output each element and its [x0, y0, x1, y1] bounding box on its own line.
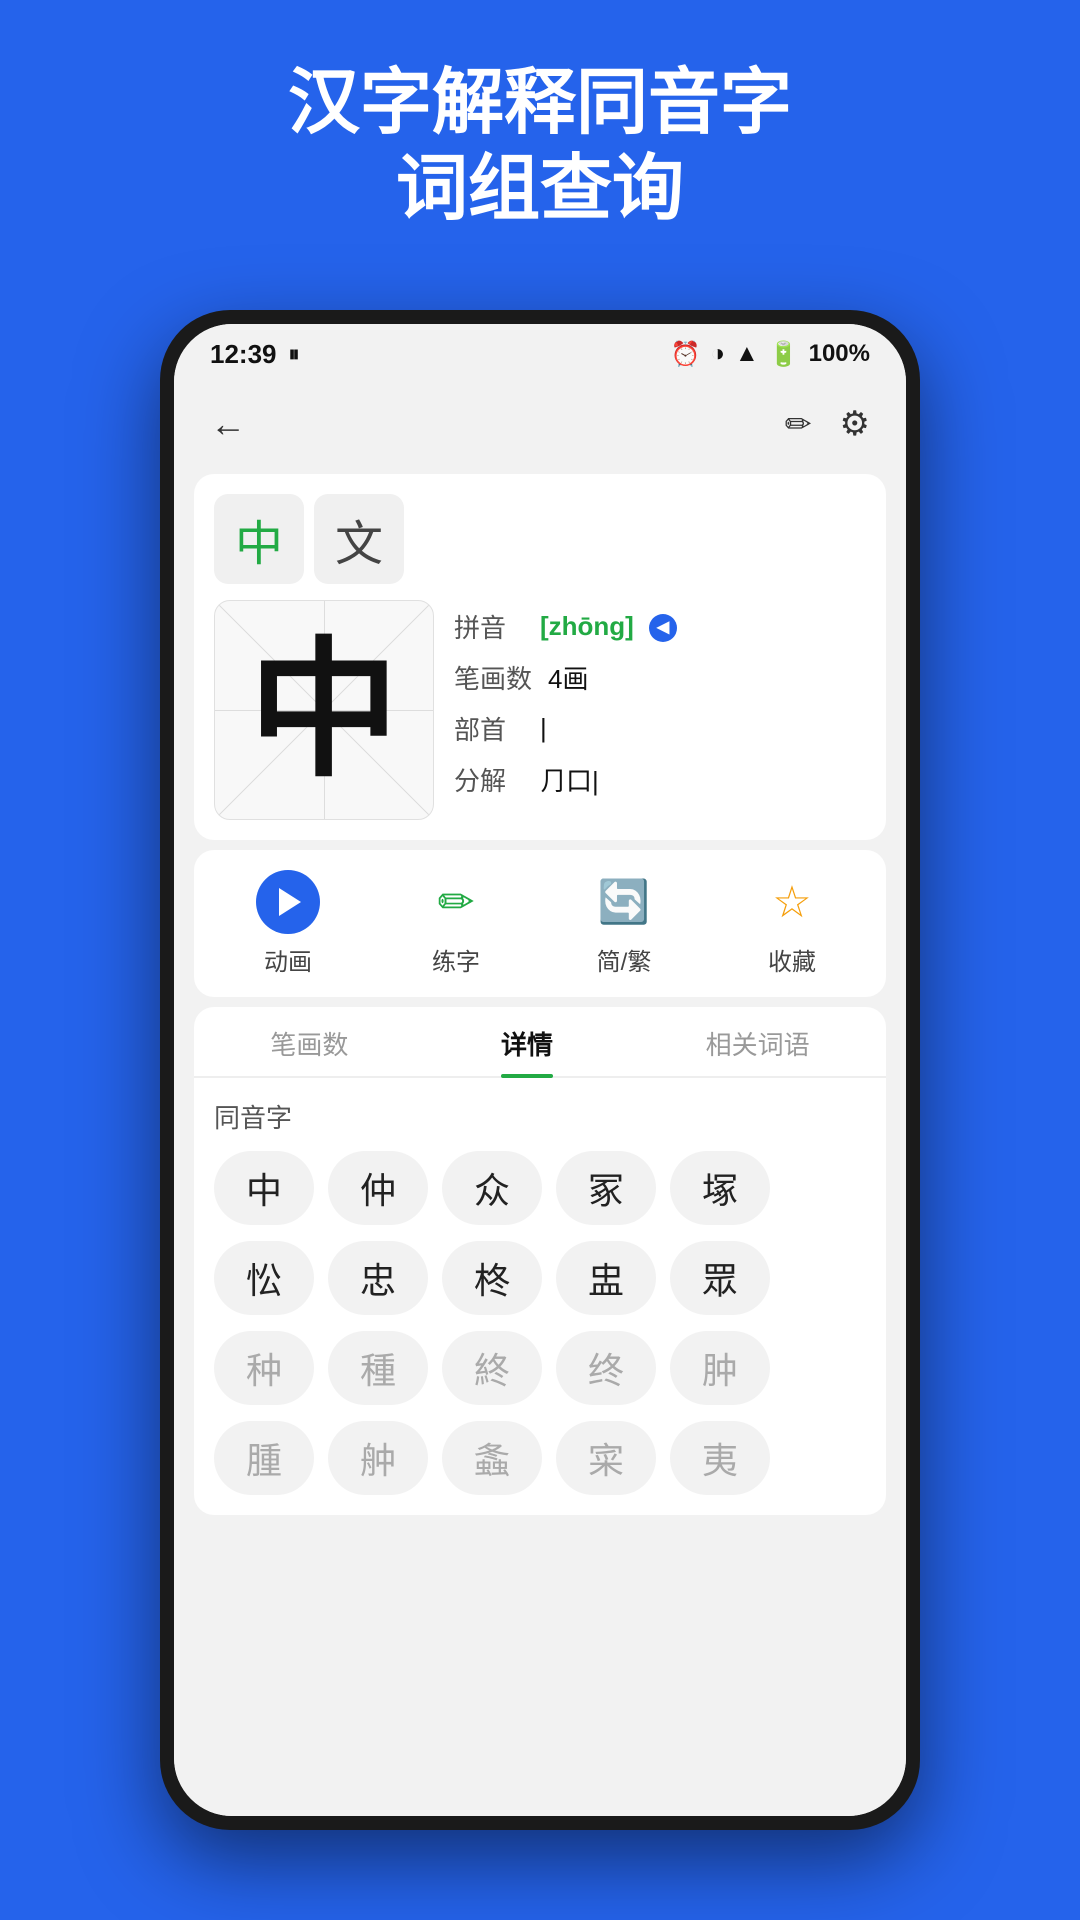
char-selector-row: 中 文 [214, 494, 866, 584]
tab-details[interactable]: 详情 [501, 1025, 553, 1076]
top-title: 汉字解释同音字 词组查询 [0, 60, 1080, 233]
info-table: 拼音 [zhōng] ◀ 笔画数 4画 部首 | [454, 600, 866, 798]
refresh-icon: 🔄 [592, 870, 656, 934]
homophone-zhong4[interactable]: 冢 [556, 1151, 656, 1225]
action-bar: 动画 ✏ 练字 🔄 简/繁 ☆ 收藏 [194, 850, 886, 997]
char-drawing-box: 中 [214, 600, 434, 820]
pinyin-label: 拼音 [454, 608, 524, 645]
char-grid: 中 仲 众 冢 塚 忪 忠 柊 盅 眾 [214, 1151, 866, 1495]
status-icon-wifi: ▲ [735, 340, 759, 368]
status-icon-brightness: ◑ [710, 340, 725, 368]
top-bar: ← ✏ ⚙ [174, 384, 906, 464]
tab-strokes[interactable]: 笔画数 [270, 1025, 348, 1076]
action-favorite[interactable]: ☆ 收藏 [760, 870, 824, 977]
homophone-zhong13[interactable]: 腫 [214, 1421, 314, 1495]
homophone-zhong12[interactable]: 肿 [670, 1331, 770, 1405]
homophone-zhong[interactable]: 中 [214, 1151, 314, 1225]
homophone-zhong17[interactable]: 夷 [670, 1421, 770, 1495]
phone-screen: 12:39 ⏸ ⏰ ◑ ▲ 🔋 100% ← ✏ ⚙ [174, 324, 906, 1816]
status-icon-battery: 🔋 [769, 340, 799, 369]
radical-label: 部首 [454, 710, 524, 747]
homophone-zhong2[interactable]: 仲 [328, 1151, 428, 1225]
homophones-section: 同音字 中 仲 众 冢 塚 忪 忠 柊 盅 [194, 1078, 886, 1515]
character-card: 中 文 中 拼音 [zhōng] ◀ [194, 474, 886, 840]
top-title-line2: 词组查询 [40, 146, 1040, 232]
char-row-3: 种 種 終 终 肿 [214, 1331, 866, 1405]
content-area: 中 文 中 拼音 [zhōng] ◀ [174, 464, 906, 1816]
homophone-zhong15[interactable]: 螽 [442, 1421, 542, 1495]
action-practice[interactable]: ✏ 练字 [424, 870, 488, 977]
radical-value: | [540, 713, 547, 744]
decompose-label: 分解 [454, 761, 524, 798]
action-simplified[interactable]: 🔄 简/繁 [592, 870, 656, 977]
pencil-icon: ✏ [424, 870, 488, 934]
edit-icon[interactable]: ✏ [785, 405, 812, 443]
homophone-zhong9[interactable]: 種 [328, 1331, 428, 1405]
settings-icon[interactable]: ⚙ [840, 404, 870, 444]
char-row-2: 忪 忠 柊 盅 眾 [214, 1241, 866, 1315]
stroke-label: 笔画数 [454, 659, 532, 696]
status-icon-alarm: ⏰ [671, 340, 701, 369]
action-practice-label: 练字 [432, 942, 480, 977]
homophone-zhong8[interactable]: 种 [214, 1331, 314, 1405]
sound-icon[interactable]: ◀ [649, 614, 677, 642]
char-row-4: 腫 舯 螽 寀 夷 [214, 1421, 866, 1495]
play-button [256, 870, 320, 934]
action-simplified-label: 简/繁 [597, 942, 652, 977]
status-right: ⏰ ◑ ▲ 🔋 100% [671, 340, 870, 369]
action-favorite-label: 收藏 [768, 942, 816, 977]
homophone-zhong11[interactable]: 终 [556, 1331, 656, 1405]
tabs-bar: 笔画数 详情 相关词语 [194, 1007, 886, 1078]
top-bar-icons: ✏ ⚙ [785, 404, 870, 444]
stroke-value: 4画 [548, 659, 588, 696]
homophone-gu[interactable]: 盅 [556, 1241, 656, 1315]
action-animation-label: 动画 [264, 942, 312, 977]
action-animation[interactable]: 动画 [256, 870, 320, 977]
radical-row: 部首 | [454, 710, 866, 747]
tab-related[interactable]: 相关词语 [706, 1025, 810, 1076]
phone-frame: 12:39 ⏸ ⏰ ◑ ▲ 🔋 100% ← ✏ ⚙ [160, 310, 920, 1830]
homophone-dong[interactable]: 柊 [442, 1241, 542, 1315]
homophone-zhong14[interactable]: 舯 [328, 1421, 428, 1495]
homophone-zhong16[interactable]: 寀 [556, 1421, 656, 1495]
play-icon [256, 870, 320, 934]
big-character: 中 [249, 635, 399, 785]
back-button[interactable]: ← [210, 403, 246, 445]
homophone-zhong7[interactable]: 眾 [670, 1241, 770, 1315]
status-icon-media: ⏸ [289, 341, 300, 367]
char-selector-zhong[interactable]: 中 [214, 494, 304, 584]
top-title-line1: 汉字解释同音字 [40, 60, 1040, 146]
homophone-zhong3[interactable]: 众 [442, 1151, 542, 1225]
homophone-song[interactable]: 忪 [214, 1241, 314, 1315]
status-battery-text: 100% [809, 340, 870, 368]
char-row-1: 中 仲 众 冢 塚 [214, 1151, 866, 1225]
homophone-zhong10[interactable]: 終 [442, 1331, 542, 1405]
play-triangle [279, 888, 301, 916]
status-left: 12:39 ⏸ [210, 339, 300, 370]
decompose-row: 分解 ⺆口| [454, 761, 866, 798]
homophones-title: 同音字 [214, 1098, 866, 1135]
decompose-value: ⺆口| [540, 761, 599, 798]
char-detail-row: 中 拼音 [zhōng] ◀ 笔画数 4画 [214, 600, 866, 820]
char-selector-wen[interactable]: 文 [314, 494, 404, 584]
status-bar: 12:39 ⏸ ⏰ ◑ ▲ 🔋 100% [174, 324, 906, 384]
pinyin-row: 拼音 [zhōng] ◀ [454, 608, 866, 645]
homophone-zhong6[interactable]: 忠 [328, 1241, 428, 1315]
stroke-row: 笔画数 4画 [454, 659, 866, 696]
tabs-row: 笔画数 详情 相关词语 [194, 1007, 886, 1078]
pinyin-value: [zhōng] ◀ [540, 611, 677, 642]
homophone-zhong5[interactable]: 塚 [670, 1151, 770, 1225]
status-time: 12:39 [210, 339, 277, 370]
star-icon: ☆ [760, 870, 824, 934]
